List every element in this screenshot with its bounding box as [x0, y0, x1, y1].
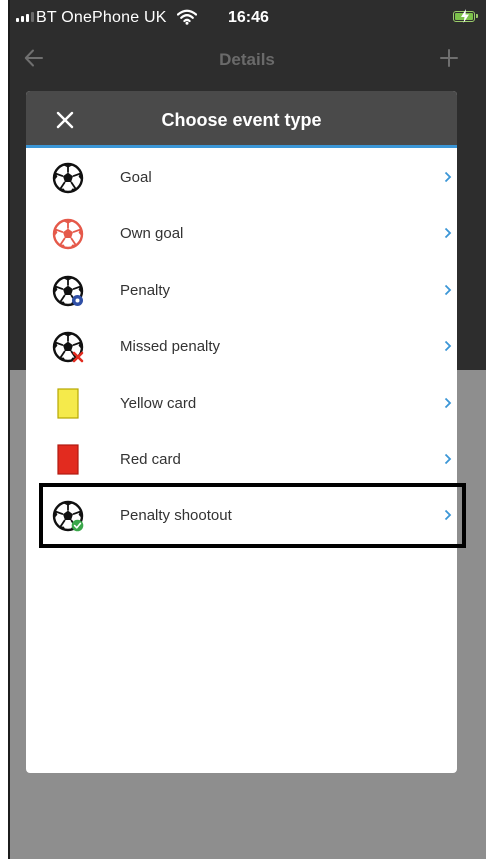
chevron-right-icon [444, 510, 452, 521]
football-icon [52, 162, 84, 194]
event-item-label: Red card [120, 450, 181, 468]
navigation-bar: Details [8, 36, 486, 82]
chevron-right-icon [444, 397, 452, 408]
event-type-list: Goal Own goal Penalty Missed penalty Yel… [26, 149, 457, 544]
event-item-yellow-card[interactable]: Yellow card [26, 375, 457, 431]
status-time: 16:46 [228, 9, 269, 26]
football-penalty-icon [52, 275, 84, 306]
event-item-label: Own goal [120, 225, 184, 243]
dialog-header: Choose event type [26, 91, 457, 148]
event-item-label: Penalty [120, 281, 171, 299]
chevron-right-icon [444, 228, 452, 239]
chevron-right-icon [444, 171, 452, 183]
event-item-penalty[interactable]: Penalty [26, 262, 457, 318]
chevron-right-icon [444, 341, 452, 352]
plus-icon[interactable] [440, 49, 458, 72]
red-card-icon [57, 444, 79, 475]
choose-event-type-dialog: Choose event type Goal Own goal Penalty [26, 91, 457, 773]
status-bar: BT OnePhone UK 16:46 [8, 0, 486, 36]
football-shootout-icon [52, 501, 84, 532]
event-item-penalty-shootout[interactable]: Penalty shootout [26, 487, 457, 543]
event-item-label: Goal [120, 169, 152, 186]
dialog-title: Choose event type [161, 110, 322, 130]
wifi-icon [176, 9, 198, 30]
event-item-label: Yellow card [120, 394, 197, 412]
chevron-right-icon [444, 284, 452, 295]
battery-charging-icon [453, 9, 478, 23]
event-item-red-card[interactable]: Red card [26, 431, 457, 487]
carrier-name: BT OnePhone UK [36, 9, 167, 26]
football-missed-icon [52, 331, 84, 363]
chevron-right-icon [444, 453, 452, 465]
signal-strength-icon [16, 12, 34, 22]
event-item-own-goal[interactable]: Own goal [26, 205, 457, 261]
event-item-label: Penalty shootout [120, 507, 232, 525]
football-red-icon [52, 219, 84, 250]
event-item-missed-penalty[interactable]: Missed penalty [26, 318, 457, 374]
event-item-goal[interactable]: Goal [26, 149, 457, 205]
nav-title: Details [219, 50, 275, 69]
yellow-card-icon [57, 387, 79, 419]
event-item-label: Missed penalty [120, 338, 221, 356]
